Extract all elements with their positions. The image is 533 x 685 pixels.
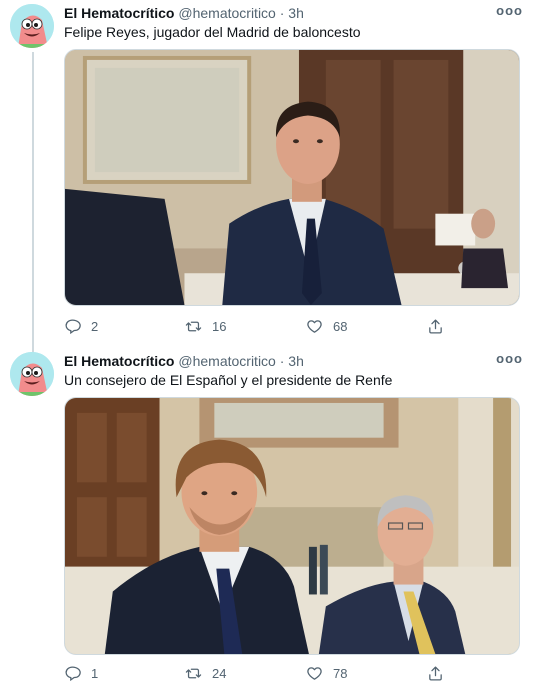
tweet-text: Un consejero de El Español y el presiden…	[64, 372, 393, 388]
author-handle[interactable]: @hematocritico	[178, 353, 275, 369]
photo-man-at-dinner	[65, 50, 519, 305]
reply-count: 1	[91, 665, 99, 681]
tweet[interactable]: El Hematocrítico @hematocritico · 3h ooo…	[0, 343, 533, 685]
photo-two-men-at-dinner	[65, 398, 519, 654]
tweet-text: Felipe Reyes, jugador del Madrid de balo…	[64, 24, 361, 40]
retweet-icon	[185, 321, 202, 331]
author-name[interactable]: El Hematocrítico	[64, 353, 174, 369]
reply-icon	[65, 665, 81, 681]
tweet-actions: 2 16 68	[64, 316, 463, 336]
retweet-button[interactable]: 16	[185, 316, 306, 336]
reply-icon	[65, 318, 81, 334]
timestamp[interactable]: 3h	[288, 353, 304, 369]
retweet-count: 16	[212, 318, 227, 334]
author-name[interactable]: El Hematocrítico	[64, 5, 174, 21]
like-count: 78	[333, 665, 348, 681]
thread-line	[32, 52, 34, 343]
tweet-header: El Hematocrítico @hematocritico · 3h ooo	[64, 2, 523, 22]
share-icon	[429, 318, 442, 334]
like-button[interactable]: 78	[306, 663, 427, 683]
tweet-photo[interactable]	[64, 49, 520, 306]
reply-count: 2	[91, 318, 99, 334]
reply-button[interactable]: 1	[64, 663, 185, 683]
tweet-actions: 1 24 78	[64, 663, 463, 683]
like-count: 68	[333, 318, 348, 334]
retweet-button[interactable]: 24	[185, 663, 306, 683]
separator: ·	[279, 353, 285, 369]
avatar[interactable]	[10, 4, 54, 48]
heart-icon	[307, 319, 322, 333]
more-options-icon[interactable]: ooo	[496, 350, 523, 368]
tweet-header: El Hematocrítico @hematocritico · 3h ooo	[64, 350, 523, 370]
author-handle[interactable]: @hematocritico	[178, 5, 275, 21]
separator: ·	[279, 5, 285, 21]
tweet[interactable]: El Hematocrítico @hematocritico · 3h ooo…	[0, 0, 533, 343]
tweet-photo[interactable]	[64, 397, 520, 655]
share-button[interactable]	[427, 663, 454, 683]
share-icon	[429, 665, 442, 681]
heart-icon	[307, 666, 322, 680]
cartoon-avatar-icon	[10, 352, 54, 396]
like-button[interactable]: 68	[306, 316, 427, 336]
retweet-icon	[185, 668, 202, 678]
timestamp[interactable]: 3h	[288, 5, 304, 21]
share-button[interactable]	[427, 316, 454, 336]
more-options-icon[interactable]: ooo	[496, 2, 523, 20]
reply-button[interactable]: 2	[64, 316, 185, 336]
avatar[interactable]	[10, 352, 54, 396]
cartoon-avatar-icon	[10, 4, 54, 48]
retweet-count: 24	[212, 665, 227, 681]
